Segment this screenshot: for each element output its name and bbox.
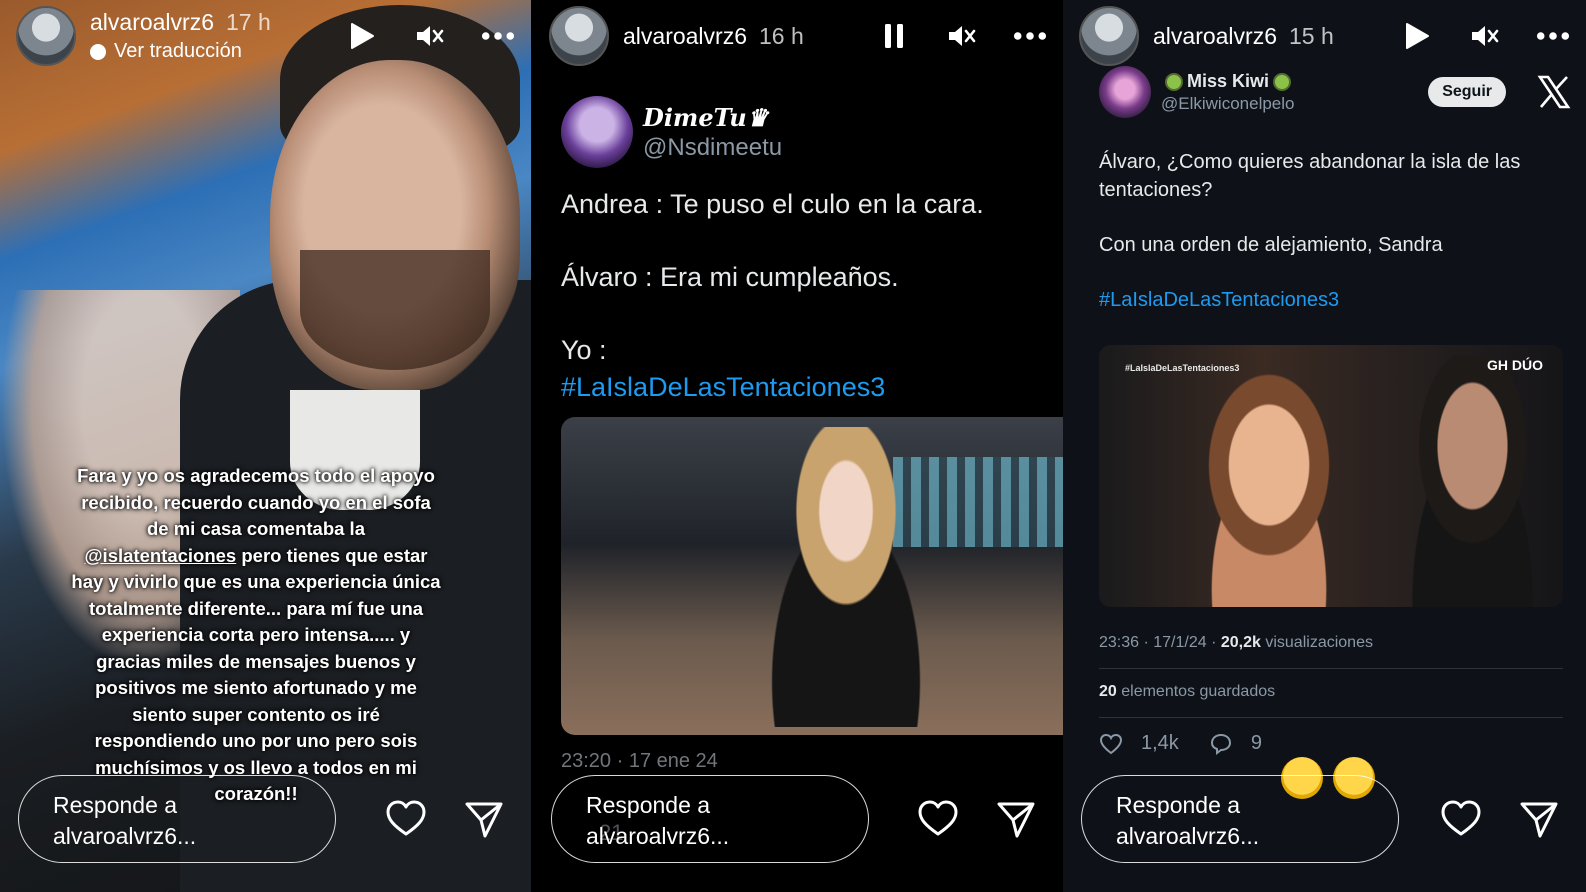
tweet-handle: @Nsdimeetu	[643, 133, 783, 161]
tweet-saved: 20 elementos guardados	[1099, 683, 1275, 701]
user-info: alvaroalvrz6 16 h	[623, 23, 804, 50]
mute-icon[interactable]	[1468, 19, 1502, 53]
story-1[interactable]: alvaroalvrz6 17 h Ver traducción Fara y …	[0, 0, 531, 892]
send-icon[interactable]	[1518, 798, 1560, 840]
avatar[interactable]	[549, 6, 609, 66]
saved-count: 20	[1099, 683, 1117, 700]
story-header: alvaroalvrz6 16 h	[549, 6, 1047, 66]
tweet-timestamp: 23:20 · 17 ene 24	[561, 750, 718, 772]
views-label: visualizaciones	[1260, 634, 1373, 651]
tweet-display-name-text: Miss Kiwi	[1187, 70, 1270, 91]
image-logo: GH DÚO	[1487, 357, 1543, 373]
story-controls	[345, 19, 515, 53]
reply-input[interactable]: Responde a alvaroalvrz6...	[1081, 775, 1399, 863]
follow-button[interactable]: Seguir	[1428, 77, 1506, 107]
kiwi-icon	[1273, 72, 1292, 91]
tweet-display-name: Miss Kiwi	[1161, 71, 1295, 92]
story-header: alvaroalvrz6 17 h Ver traducción	[16, 6, 515, 66]
tweet-likes: 1,4k	[1141, 732, 1179, 754]
more-icon[interactable]	[1013, 19, 1047, 53]
play-icon[interactable]	[345, 19, 379, 53]
image-woman	[731, 427, 961, 727]
reply-bubble-icon	[1210, 733, 1231, 755]
story-time: 16 h	[759, 22, 804, 49]
tweet-hashtag: #LaIslaDeLasTentaciones3	[561, 372, 886, 402]
tweet-hashtag: #LaIslaDeLasTentaciones3	[1099, 289, 1340, 311]
kiwi-icon	[1165, 72, 1183, 91]
caption-mention[interactable]: @islatentaciones	[85, 545, 237, 566]
more-icon[interactable]	[1536, 19, 1570, 53]
tweet-line: Álvaro : Era mi cumpleaños.	[561, 262, 899, 292]
reply-input[interactable]: Responde a alvaroalvrz6...	[551, 775, 869, 863]
heart-icon[interactable]	[385, 798, 427, 840]
divider	[1099, 668, 1563, 669]
image-girl	[1169, 365, 1369, 607]
tweet-image	[561, 417, 1063, 735]
tweet-line: Andrea : Te puso el culo en la cara.	[561, 189, 984, 219]
tweet-timestamp: 23:36 · 17/1/24 · 20,2k visualizaciones	[1099, 634, 1373, 652]
story-controls	[1400, 19, 1570, 53]
story-3[interactable]: alvaroalvrz6 15 h Miss Kiwi @Elkiwiconel…	[1063, 0, 1586, 892]
heart-icon[interactable]	[917, 798, 959, 840]
mute-icon[interactable]	[945, 19, 979, 53]
story-controls	[877, 19, 1047, 53]
user-info: alvaroalvrz6 15 h	[1153, 23, 1334, 50]
avatar[interactable]	[1079, 6, 1139, 66]
story-header: alvaroalvrz6 15 h	[1079, 6, 1570, 66]
divider	[1099, 717, 1563, 718]
story-footer: Responde a alvaroalvrz6...	[551, 772, 1047, 866]
story-time: 15 h	[1289, 22, 1334, 49]
tweet-line: Con una orden de alejamiento, Sandra	[1099, 234, 1443, 256]
pause-icon[interactable]	[877, 19, 911, 53]
tweet-line: Álvaro, ¿Como quieres abandonar la isla …	[1099, 151, 1521, 201]
story-footer: Responde a alvaroalvrz6...	[1081, 772, 1570, 866]
tweet-text: Álvaro, ¿Como quieres abandonar la isla …	[1099, 148, 1572, 314]
reply-input[interactable]: Responde a alvaroalvrz6...	[18, 775, 336, 863]
story-2[interactable]: alvaroalvrz6 16 h DimeTu♛ @Nsdimeetu And…	[533, 0, 1063, 892]
tweet-avatar	[1099, 66, 1151, 118]
tweet-stats: 1,4k 9	[1099, 732, 1262, 755]
send-icon[interactable]	[463, 798, 505, 840]
story-time: 17 h	[226, 9, 271, 35]
tweet-display-name: DimeTu♛	[643, 102, 769, 132]
saved-label: elementos guardados	[1116, 683, 1276, 700]
tweet-line: Yo :	[561, 335, 607, 365]
mute-icon[interactable]	[413, 19, 447, 53]
translate-icon	[90, 43, 106, 60]
x-logo-icon	[1537, 75, 1571, 109]
tweet-text: Andrea : Te puso el culo en la cara. Álv…	[561, 186, 1063, 406]
username[interactable]: alvaroalvrz6	[90, 9, 214, 36]
heart-icon	[1099, 733, 1123, 754]
tweet-replies: 9	[1250, 732, 1262, 754]
tweet-card: DimeTu♛ @Nsdimeetu Andrea : Te puso el c…	[561, 96, 1063, 406]
story-caption: Fara y yo os agradecemos todo el apoyo r…	[70, 463, 442, 808]
username[interactable]: alvaroalvrz6	[1153, 23, 1277, 50]
avatar[interactable]	[16, 6, 76, 66]
image-hashtag: #LaIslaDeLasTentaciones3	[1125, 363, 1240, 373]
tweet-avatar	[561, 96, 633, 168]
photo-beard	[300, 250, 490, 370]
tweet-card: Miss Kiwi @Elkiwiconelpelo Seguir Álvaro…	[1099, 66, 1572, 314]
play-icon[interactable]	[1400, 19, 1434, 53]
more-icon[interactable]	[481, 19, 515, 53]
caption-text-end: pero tienes que estar hay y vivirlo que …	[71, 544, 441, 805]
user-info: alvaroalvrz6 17 h Ver traducción	[90, 9, 271, 63]
timestamp-text: 23:36 · 17/1/24 ·	[1099, 634, 1221, 651]
username[interactable]: alvaroalvrz6	[623, 23, 747, 50]
send-icon[interactable]	[995, 798, 1037, 840]
caption-text-start: Fara y yo os agradecemos todo el apoyo r…	[77, 465, 435, 539]
story-footer: Responde a alvaroalvrz6...	[18, 772, 515, 866]
views-count: 20,2k	[1220, 634, 1261, 651]
image-man	[1379, 355, 1549, 607]
tweet-image: #LaIslaDeLasTentaciones3 GH DÚO	[1099, 345, 1563, 607]
stories-viewer: alvaroalvrz6 17 h Ver traducción Fara y …	[0, 0, 1586, 892]
heart-icon[interactable]	[1440, 798, 1482, 840]
translation-link[interactable]: Ver traducción	[90, 40, 271, 63]
tweet-handle: @Elkiwiconelpelo	[1161, 93, 1295, 113]
translation-label: Ver traducción	[114, 40, 242, 62]
